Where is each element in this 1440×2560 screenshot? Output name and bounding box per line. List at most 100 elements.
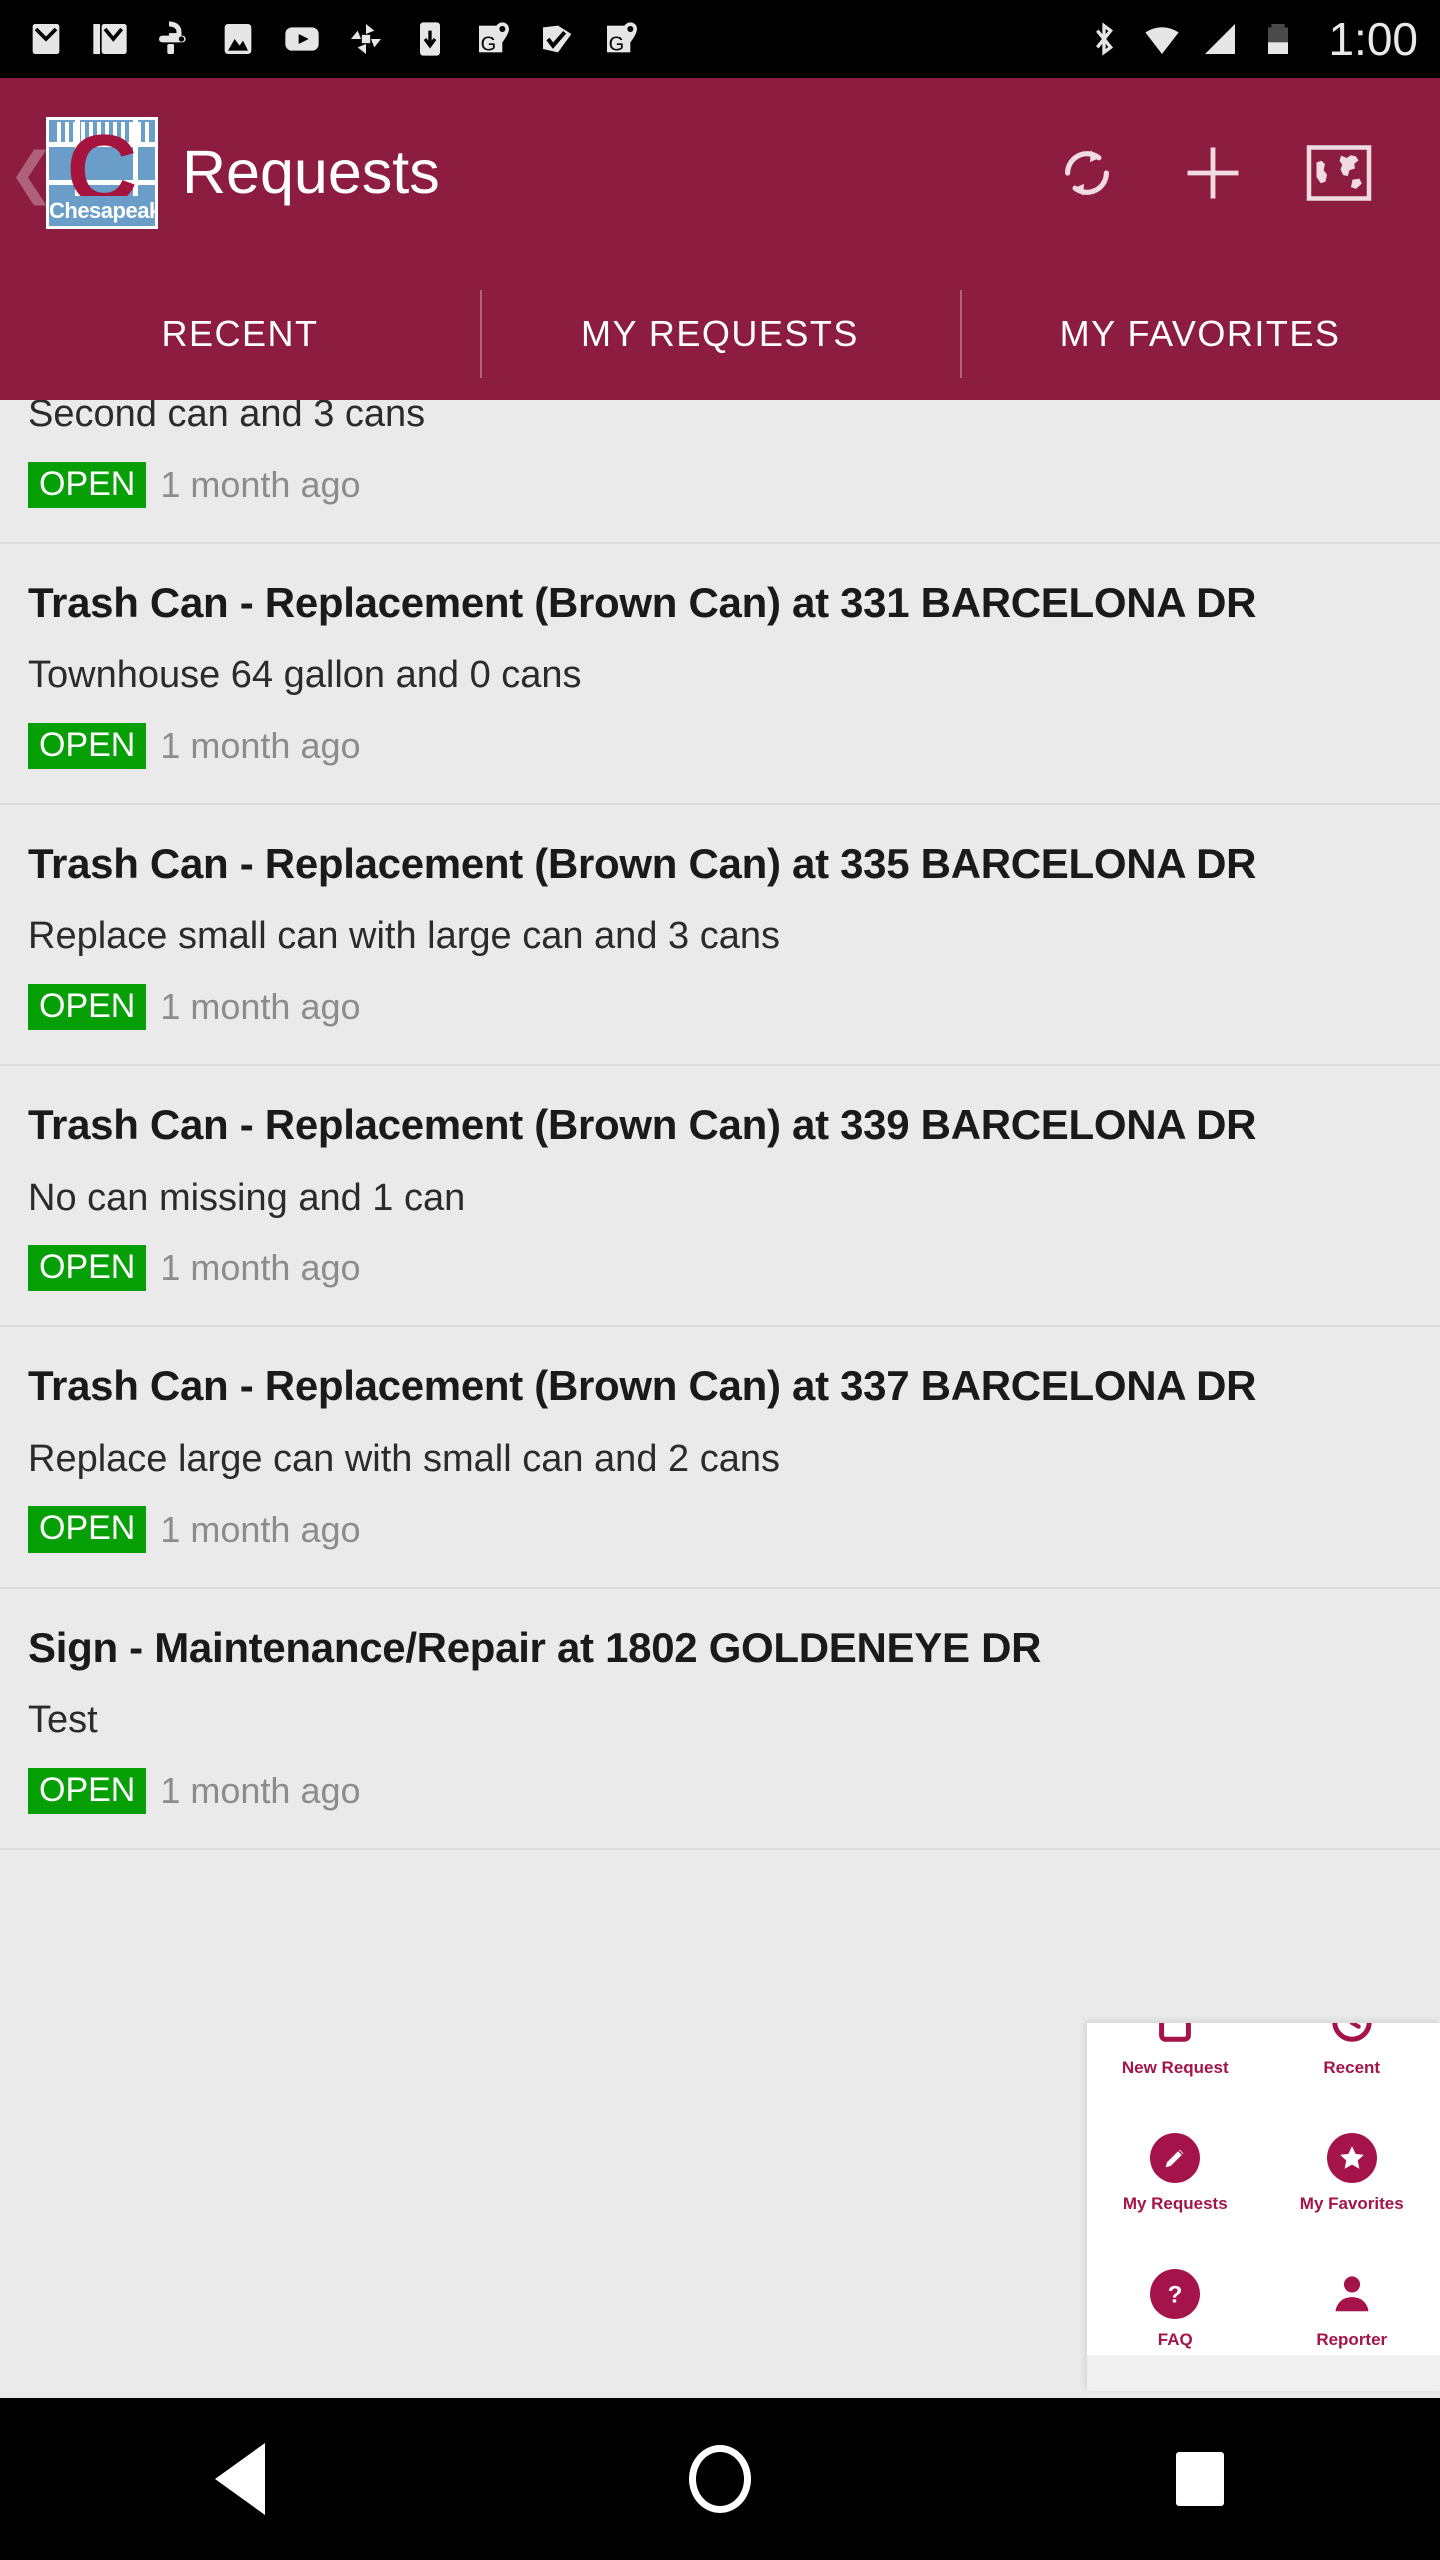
back-chevron-icon[interactable]: ❮: [8, 145, 55, 201]
menu-label: New Request: [1121, 2058, 1229, 2077]
menu-label: FAQ: [1157, 2330, 1193, 2349]
menu-item-faq[interactable]: ? FAQ: [1087, 2249, 1264, 2371]
request-timestamp: 1 month ago: [160, 1247, 361, 1289]
phone-screen: G G 1:00 ❮ C Chesapea Requests RECENT MY…: [0, 0, 1440, 2560]
tab-recent[interactable]: RECENT: [0, 268, 480, 400]
request-timestamp: 1 month ago: [160, 986, 361, 1028]
list-item[interactable]: Trash Can - Replacement (Brown Can) at 3…: [0, 1327, 1440, 1589]
wifi-icon: [1145, 27, 1180, 54]
request-timestamp: 1 month ago: [160, 463, 361, 505]
nav-back-button[interactable]: [140, 2398, 340, 2560]
request-meta: OPEN 1 month ago: [28, 960, 1412, 1064]
youtube-icon: [285, 27, 319, 51]
request-timestamp: 1 month ago: [160, 1508, 361, 1550]
request-title: Trash Can - Replacement (Brown Can) at 3…: [28, 578, 1257, 626]
google-maps-icon: G: [479, 22, 509, 56]
menu-label: Recent: [1323, 2058, 1381, 2077]
battery-icon: [1268, 24, 1289, 54]
list-item[interactable]: Trash Can - Replacement (Brown Can) at 3…: [0, 1066, 1440, 1328]
menu-item-reporter[interactable]: Reporter: [1264, 2249, 1440, 2371]
status-badge: OPEN: [28, 1767, 147, 1814]
svg-text:?: ?: [1168, 2282, 1183, 2309]
menu-label: Reporter: [1316, 2330, 1388, 2349]
home-menu-grid: New Request Recent My Requests My Favori…: [1087, 2023, 1440, 2371]
status-badge: OPEN: [28, 1245, 147, 1292]
menu-item-my-favorites[interactable]: My Favorites: [1264, 2113, 1440, 2235]
recents-square-icon: [1176, 2452, 1224, 2506]
request-meta: OPEN 1 month ago: [28, 1482, 1412, 1586]
home-menu-overlay-panel[interactable]: New Request Recent My Requests My Favori…: [1087, 2023, 1440, 2391]
android-navigation-bar: [0, 2398, 1440, 2560]
status-bar-system-icons: 1:00: [1084, 16, 1418, 62]
svg-text:G: G: [481, 34, 497, 56]
menu-item-my-requests[interactable]: My Requests: [1087, 2113, 1264, 2235]
request-timestamp: 1 month ago: [160, 1769, 361, 1811]
star-icon: [1326, 2127, 1377, 2189]
cell-signal-icon: [1205, 24, 1236, 54]
bluetooth-icon: [1096, 22, 1114, 56]
status-bar: G G 1:00: [0, 0, 1440, 78]
request-description: Replace small can with large can and 3 c…: [28, 915, 780, 958]
pencil-icon: [1150, 2127, 1201, 2189]
request-title: Trash Can - Replacement (Brown Can) at 3…: [28, 1101, 1257, 1149]
panel-footer-bar: [1087, 2355, 1440, 2391]
menu-item-new-request[interactable]: New Request: [1087, 2023, 1264, 2099]
request-title: Trash Can - Replacement (Brown Can) at 3…: [28, 1362, 1257, 1410]
gmail-icon: [93, 24, 127, 54]
list-item[interactable]: Sign - Maintenance/Repair at 1802 GOLDEN…: [0, 1588, 1440, 1850]
chesapeake-logo: C Chesapeake: [46, 117, 158, 229]
nav-home-button[interactable]: [620, 2398, 820, 2560]
plus-icon: [1187, 147, 1239, 199]
request-meta: OPEN 1 month ago: [28, 1221, 1412, 1325]
list-item[interactable]: Trash Can - Replacement (Brown Can) at 3…: [0, 543, 1440, 805]
pinwheel-icon: [351, 24, 381, 54]
clipboard-icon: [1152, 2023, 1198, 2053]
map-view-button[interactable]: [1276, 110, 1402, 236]
world-map-icon: [1306, 145, 1372, 201]
tab-bar: RECENT MY REQUESTS MY FAVORITES: [0, 268, 1440, 400]
app-bar-actions: [1024, 110, 1402, 236]
request-description: Test: [28, 1699, 98, 1742]
menu-item-recent[interactable]: Recent: [1264, 2023, 1440, 2099]
request-description: Townhouse 64 gallon and 0 cans: [28, 654, 582, 697]
request-meta: OPEN 1 month ago: [28, 699, 1412, 803]
back-triangle-icon: [215, 2443, 265, 2515]
list-item[interactable]: Second can and 3 cans OPEN 1 month ago: [0, 400, 1440, 544]
app-bar: ❮ C Chesapeake Requests: [0, 78, 1440, 268]
download-icon: [420, 22, 440, 56]
google-maps-icon: G: [607, 22, 637, 56]
photos-icon: [224, 24, 252, 54]
logo-city-name: Chesapeake: [49, 196, 155, 226]
status-badge: OPEN: [28, 1506, 147, 1553]
status-badge: OPEN: [28, 984, 147, 1031]
page-title: Requests: [182, 138, 440, 207]
request-meta: OPEN 1 month ago: [28, 1744, 1412, 1848]
svg-text:G: G: [609, 34, 625, 56]
menu-label: My Favorites: [1299, 2194, 1404, 2213]
request-title: Trash Can - Replacement (Brown Can) at 3…: [28, 839, 1257, 887]
hangouts-icon: [159, 21, 186, 54]
tab-my-requests[interactable]: MY REQUESTS: [480, 268, 960, 400]
clock-icon: [1329, 2023, 1375, 2053]
request-meta: OPEN 1 month ago: [28, 438, 1412, 542]
gmail-icon: [32, 24, 60, 54]
status-bar-notification-icons: G G: [26, 17, 1084, 61]
request-description: No can missing and 1 can: [28, 1176, 466, 1219]
request-timestamp: 1 month ago: [160, 724, 361, 766]
tab-my-favorites[interactable]: MY FAVORITES: [960, 268, 1440, 400]
tasks-check-icon: [543, 25, 572, 53]
question-mark-icon: ?: [1150, 2263, 1201, 2325]
status-badge: OPEN: [28, 722, 147, 769]
person-icon: [1329, 2263, 1375, 2325]
list-item[interactable]: Trash Can - Replacement (Brown Can) at 3…: [0, 804, 1440, 1067]
status-bar-clock: 1:00: [1328, 13, 1418, 65]
refresh-button[interactable]: [1024, 110, 1150, 236]
add-request-button[interactable]: [1150, 110, 1276, 236]
menu-label: My Requests: [1122, 2194, 1228, 2213]
request-description: Replace large can with small can and 2 c…: [28, 1437, 780, 1480]
nav-recents-button[interactable]: [1100, 2398, 1300, 2560]
request-title: Sign - Maintenance/Repair at 1802 GOLDEN…: [28, 1623, 1042, 1671]
refresh-icon: [1065, 150, 1109, 196]
home-circle-icon: [689, 2445, 751, 2513]
status-badge: OPEN: [28, 461, 147, 508]
